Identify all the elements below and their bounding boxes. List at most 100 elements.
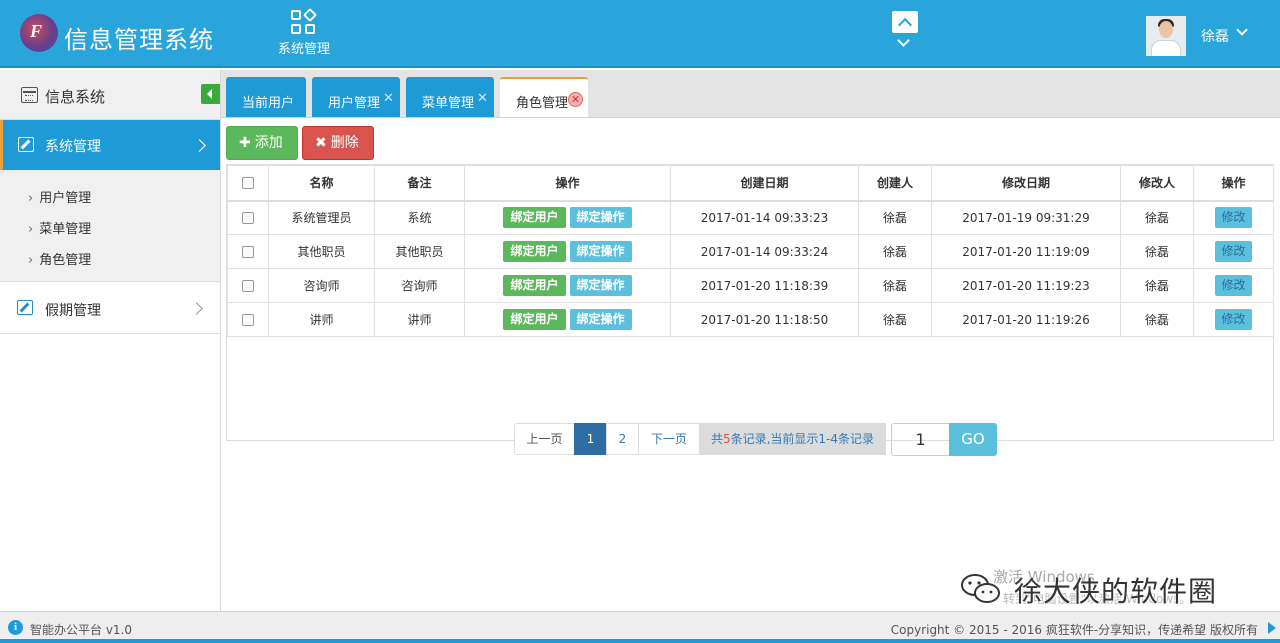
bind-operation-button[interactable]: 绑定操作 <box>569 207 632 229</box>
cell-created: 2017-01-14 09:33:23 <box>670 200 859 235</box>
user-menu-chevron-icon[interactable] <box>1236 24 1248 36</box>
tab-bar: 当前用户 用户管理 ✕ 菜单管理 ✕ 角色管理 ✕ <box>221 70 1280 118</box>
calendar-icon <box>21 87 38 103</box>
sidebar: 信息系统 系统管理 用户管理 菜单管理 角色管理 假期管理 <box>0 70 221 611</box>
bind-operation-button[interactable]: 绑定操作 <box>569 309 632 330</box>
app-title: 信息管理系统 <box>64 26 214 54</box>
row-checkbox[interactable] <box>242 212 254 225</box>
bind-user-button[interactable]: 绑定用户 <box>503 207 566 229</box>
cell-edit: 修改 <box>1193 268 1274 303</box>
edit-button[interactable]: 修改 <box>1215 241 1252 262</box>
cell-actions: 绑定用户 绑定操作 <box>464 200 671 235</box>
bind-operation-button[interactable]: 绑定操作 <box>569 275 632 296</box>
sidebar-submenu: 用户管理 菜单管理 角色管理 <box>0 170 220 282</box>
cell-edit: 修改 <box>1193 234 1274 269</box>
footer: i 智能办公平台 v1.0 Copyright © 2015 - 2016 疯狂… <box>0 611 1280 643</box>
edit-button[interactable]: 修改 <box>1215 275 1252 296</box>
edit-icon <box>18 137 34 152</box>
role-table-container: 名称 备注 操作 创建日期 创建人 修改日期 修改人 操作 系统管理员 系统 绑… <box>226 164 1274 456</box>
edit-button[interactable]: 修改 <box>1215 207 1252 229</box>
info-icon: i <box>8 620 23 635</box>
add-button[interactable]: ✚ 添加 <box>226 126 298 160</box>
top-header: F 信息管理系统 系统管理 徐磊 <box>0 0 1280 68</box>
cell-modifier: 徐磊 <box>1120 268 1194 303</box>
row-checkbox[interactable] <box>242 246 254 258</box>
table-row: 其他职员 其他职员 绑定用户 绑定操作 2017-01-14 09:33:24 徐… <box>227 234 1274 269</box>
chevron-down-icon[interactable] <box>897 34 910 47</box>
table-row: 讲师 讲师 绑定用户 绑定操作 2017-01-20 11:18:50 徐磊 20… <box>227 302 1274 337</box>
column-header: 备注 <box>374 165 465 202</box>
page-button-1[interactable]: 1 <box>574 423 607 455</box>
sidebar-subitem-users[interactable]: 用户管理 <box>28 187 91 206</box>
cell-actions: 绑定用户 绑定操作 <box>464 268 671 303</box>
column-header: 操作 <box>1193 165 1274 202</box>
delete-button-label: 删除 <box>330 135 359 151</box>
sidebar-item-leave-management[interactable]: 假期管理 <box>0 282 220 334</box>
column-header: 创建人 <box>858 165 932 202</box>
watermark-brand: 徐大侠的软件圈 <box>1014 575 1218 608</box>
tab-menu-management[interactable]: 菜单管理 ✕ <box>406 77 494 117</box>
play-arrow-icon[interactable] <box>1268 622 1276 634</box>
sidebar-item-label: 系统管理 <box>45 139 101 155</box>
cell-edit: 修改 <box>1193 302 1274 337</box>
sidebar-collapse-button[interactable] <box>201 84 220 104</box>
delete-button[interactable]: ✖ 删除 <box>302 126 374 160</box>
column-header: 名称 <box>268 165 375 202</box>
cell-remark: 系统 <box>374 200 465 235</box>
cell-name: 咨询师 <box>268 268 375 303</box>
cell-creator: 徐磊 <box>858 234 932 269</box>
bind-user-button[interactable]: 绑定用户 <box>503 275 566 296</box>
cell-remark: 咨询师 <box>374 268 465 303</box>
chevron-right-icon <box>190 302 203 315</box>
cell-modifier: 徐磊 <box>1120 302 1194 337</box>
edit-icon <box>17 300 33 315</box>
cell-name: 其他职员 <box>268 234 375 269</box>
row-checkbox[interactable] <box>242 314 254 326</box>
prev-page-button[interactable]: 上一页 <box>514 423 575 455</box>
table-row: 咨询师 咨询师 绑定用户 绑定操作 2017-01-20 11:18:39 徐磊 … <box>227 268 1274 303</box>
cell-modifier: 徐磊 <box>1120 234 1194 269</box>
next-page-button[interactable]: 下一页 <box>638 423 700 455</box>
tab-current-user[interactable]: 当前用户 <box>226 77 306 117</box>
row-checkbox[interactable] <box>242 280 254 292</box>
add-button-label: 添加 <box>254 135 283 151</box>
cell-remark: 其他职员 <box>374 234 465 269</box>
close-icon[interactable]: ✕ <box>568 92 583 107</box>
select-all-checkbox[interactable] <box>242 177 254 190</box>
cell-modifier: 徐磊 <box>1120 200 1194 235</box>
cell-actions: 绑定用户 绑定操作 <box>464 234 671 269</box>
bind-user-button[interactable]: 绑定用户 <box>503 241 566 262</box>
sidebar-subitem-menus[interactable]: 菜单管理 <box>28 218 91 237</box>
collapse-up-button[interactable] <box>892 11 918 33</box>
sidebar-header: 信息系统 <box>0 70 220 120</box>
cell-modified: 2017-01-19 09:31:29 <box>931 200 1121 235</box>
pagination-info: 共5条记录,当前显示1-4条记录 <box>699 423 886 455</box>
cell-edit: 修改 <box>1193 200 1274 235</box>
cell-modified: 2017-01-20 11:19:23 <box>931 268 1121 303</box>
tab-label: 角色管理 <box>516 96 569 111</box>
avatar[interactable] <box>1146 16 1186 56</box>
edit-button[interactable]: 修改 <box>1215 309 1252 330</box>
sidebar-item-label: 假期管理 <box>45 303 101 319</box>
table-row: 系统管理员 系统 绑定用户 绑定操作 2017-01-14 09:33:23 徐磊… <box>227 200 1274 235</box>
bind-user-button[interactable]: 绑定用户 <box>503 309 566 330</box>
page-button-2[interactable]: 2 <box>606 423 639 455</box>
tab-user-management[interactable]: 用户管理 ✕ <box>312 77 400 117</box>
bind-operation-button[interactable]: 绑定操作 <box>569 241 632 262</box>
cell-name: 讲师 <box>268 302 375 337</box>
sidebar-subitem-roles[interactable]: 角色管理 <box>28 249 91 268</box>
close-icon[interactable]: ✕ <box>477 91 488 106</box>
cell-created: 2017-01-14 09:33:24 <box>670 234 859 269</box>
select-all-checkbox-cell[interactable] <box>227 165 269 202</box>
user-name[interactable]: 徐磊 <box>1201 26 1229 46</box>
sidebar-item-system-management[interactable]: 系统管理 <box>0 120 220 170</box>
close-icon[interactable]: ✕ <box>383 91 394 106</box>
column-header: 修改日期 <box>931 165 1121 202</box>
tab-role-management[interactable]: 角色管理 ✕ <box>500 77 588 117</box>
chevron-right-icon <box>193 139 206 152</box>
logo: F <box>20 14 58 52</box>
go-button[interactable]: GO <box>949 423 997 456</box>
cell-created: 2017-01-20 11:18:39 <box>670 268 859 303</box>
page-number-input[interactable]: 1 <box>891 423 950 456</box>
module-system-management[interactable]: 系统管理 <box>270 7 338 57</box>
